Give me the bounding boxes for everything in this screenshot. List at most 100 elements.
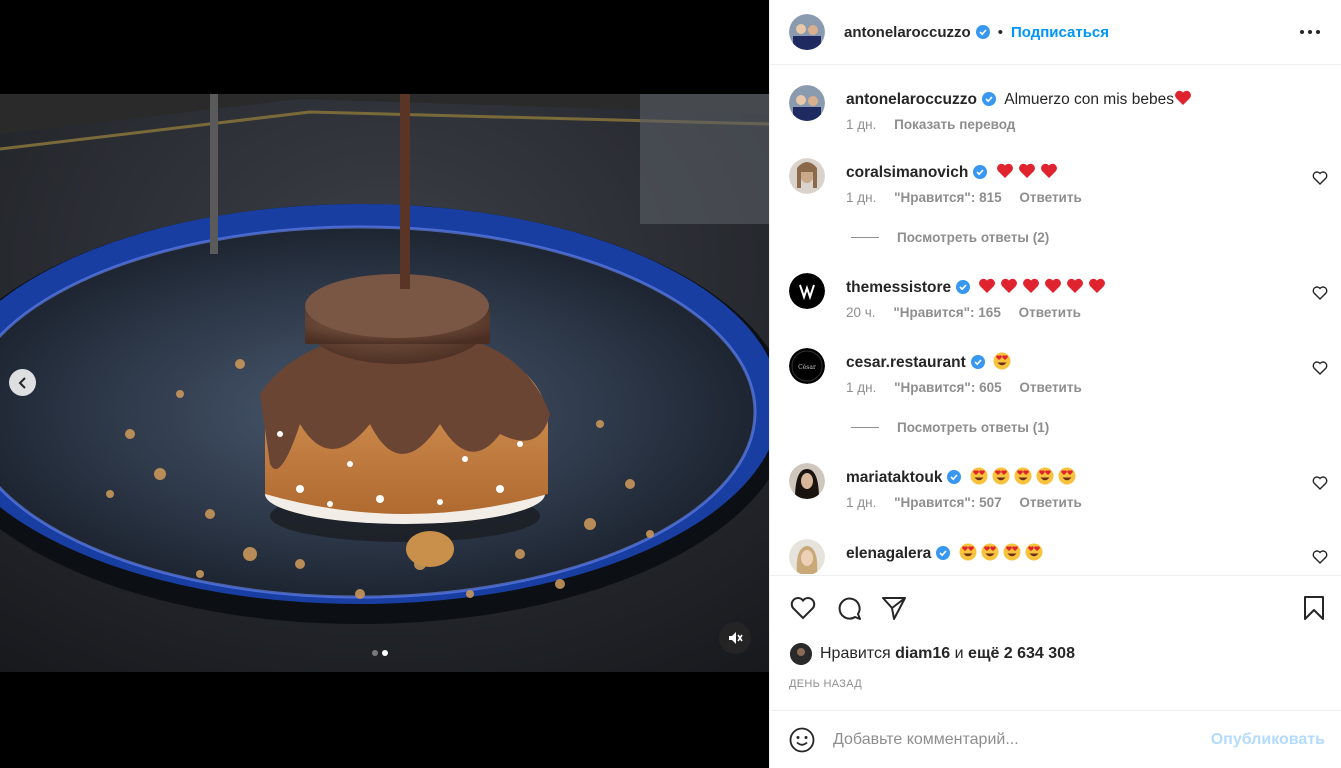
carousel-dot-active xyxy=(382,650,388,656)
heart-emoji-icon xyxy=(1023,278,1040,293)
save-icon[interactable] xyxy=(1300,594,1328,622)
post-actions: Нравится diam16 и ещё 2 634 308 ДЕНЬ НАЗ… xyxy=(770,575,1341,710)
comment-username[interactable]: coralsimanovich xyxy=(846,164,968,181)
comment-emoji xyxy=(959,543,1047,562)
reply-button[interactable]: Ответить xyxy=(1019,495,1081,510)
translate-link[interactable]: Показать перевод xyxy=(894,117,1015,132)
comment-username[interactable]: themessistore xyxy=(846,279,951,296)
liker-username[interactable]: diam16 xyxy=(895,645,950,663)
like-icon[interactable] xyxy=(789,594,817,622)
verified-icon xyxy=(975,25,990,39)
comment-likes[interactable]: "Нравится": 815 xyxy=(894,190,1002,205)
like-comment-icon[interactable] xyxy=(1312,285,1328,301)
verified-icon xyxy=(981,92,996,106)
dessert-photo xyxy=(0,94,769,672)
comments-list[interactable]: antonelaroccuzzo Almuerzo con mis bebes … xyxy=(770,66,1341,574)
comment-emoji xyxy=(996,163,1062,181)
comment-input[interactable] xyxy=(833,730,1193,749)
mute-button[interactable] xyxy=(719,622,751,654)
heart-emoji-icon xyxy=(979,278,996,293)
heart-eyes-emoji-icon xyxy=(992,467,1010,485)
comment-time: 1 дн. xyxy=(846,380,877,395)
view-replies-button[interactable]: Посмотреть ответы (1) xyxy=(851,420,1049,435)
author-avatar[interactable] xyxy=(789,85,825,121)
comment-emoji xyxy=(993,352,1015,371)
heart-emoji-icon xyxy=(1018,163,1035,178)
heart-emoji-icon xyxy=(1175,90,1191,105)
heart-eyes-emoji-icon xyxy=(959,543,977,561)
comment-likes[interactable]: "Нравится": 507 xyxy=(894,495,1002,510)
likes-summary: Нравится diam16 и ещё 2 634 308 xyxy=(790,643,1075,665)
view-replies-label: Посмотреть ответы (1) xyxy=(897,420,1050,435)
reply-button[interactable]: Ответить xyxy=(1019,305,1081,320)
verified-icon xyxy=(973,165,988,179)
post-date[interactable]: ДЕНЬ НАЗАД xyxy=(789,678,862,690)
comment-time: 20 ч. xyxy=(846,305,876,320)
heart-emoji-icon xyxy=(996,163,1013,178)
more-icon xyxy=(1300,30,1320,34)
caption-body: Almuerzo con mis bebes xyxy=(1004,91,1174,108)
comment-likes[interactable]: "Нравится": 165 xyxy=(893,305,1001,320)
caption-text: antonelaroccuzzo Almuerzo con mis bebes xyxy=(846,89,1196,109)
caption-meta: 1 дн. Показать перевод xyxy=(846,117,1029,132)
likes-count[interactable]: ещё 2 634 308 xyxy=(968,645,1075,663)
replies-divider xyxy=(851,427,879,428)
comment-username[interactable]: mariataktouk xyxy=(846,469,942,486)
carousel-prev-button[interactable] xyxy=(9,369,36,396)
comment-emoji xyxy=(970,467,1080,486)
replies-divider xyxy=(851,237,879,238)
commenter-avatar[interactable] xyxy=(789,273,825,309)
commenter-avatar[interactable] xyxy=(789,539,825,574)
heart-eyes-emoji-icon xyxy=(970,467,988,485)
commenter-avatar[interactable]: César xyxy=(789,348,825,384)
commenter-avatar[interactable] xyxy=(789,158,825,194)
heart-eyes-emoji-icon xyxy=(1025,543,1043,561)
publish-button[interactable]: Опубликовать xyxy=(1211,731,1325,749)
likes-prefix: Нравится xyxy=(820,645,891,662)
commenter-avatar[interactable] xyxy=(789,463,825,499)
verified-icon xyxy=(947,470,962,484)
likes-conjunction: и xyxy=(954,645,964,662)
comment-composer: Опубликовать xyxy=(770,710,1341,768)
caption-time: 1 дн. xyxy=(846,117,877,132)
reply-button[interactable]: Ответить xyxy=(1019,190,1081,205)
header-separator: • xyxy=(997,23,1003,41)
caption-username[interactable]: antonelaroccuzzo xyxy=(846,91,977,108)
post-panel: antonelaroccuzzo • Подписаться antonelar… xyxy=(769,0,1341,768)
comment-likes[interactable]: "Нравится": 605 xyxy=(894,380,1002,395)
reply-button[interactable]: Ответить xyxy=(1019,380,1081,395)
like-comment-icon[interactable] xyxy=(1312,549,1328,565)
heart-eyes-emoji-icon xyxy=(1014,467,1032,485)
verified-icon xyxy=(936,546,951,560)
comment-time: 1 дн. xyxy=(846,190,877,205)
share-icon[interactable] xyxy=(880,594,908,622)
heart-emoji-icon xyxy=(1089,278,1106,293)
carousel-dot xyxy=(372,650,378,656)
like-comment-icon[interactable] xyxy=(1312,475,1328,491)
verified-icon xyxy=(956,280,971,294)
view-replies-button[interactable]: Посмотреть ответы (2) xyxy=(851,230,1049,245)
author-avatar[interactable] xyxy=(789,14,825,50)
like-comment-icon[interactable] xyxy=(1312,360,1328,376)
comment-username[interactable]: elenagalera xyxy=(846,545,931,562)
comment-username[interactable]: cesar.restaurant xyxy=(846,354,966,371)
carousel-indicator xyxy=(372,650,388,656)
post-media xyxy=(0,0,769,768)
more-options-button[interactable] xyxy=(1298,22,1322,42)
comment-time: 1 дн. xyxy=(846,495,877,510)
like-comment-icon[interactable] xyxy=(1312,170,1328,186)
heart-eyes-emoji-icon xyxy=(1003,543,1021,561)
follow-button[interactable]: Подписаться xyxy=(1011,24,1109,41)
liker-avatar[interactable] xyxy=(790,643,812,665)
svg-text:César: César xyxy=(798,364,816,371)
post-video[interactable] xyxy=(0,94,769,672)
comment-icon[interactable] xyxy=(835,594,863,622)
verified-icon xyxy=(970,355,985,369)
author-username[interactable]: antonelaroccuzzo xyxy=(844,24,971,41)
heart-emoji-icon xyxy=(1067,278,1084,293)
post-header: antonelaroccuzzo • Подписаться xyxy=(770,0,1341,65)
heart-eyes-emoji-icon xyxy=(1058,467,1076,485)
mute-icon xyxy=(729,632,743,644)
emoji-icon[interactable] xyxy=(789,727,815,753)
chevron-left-icon xyxy=(18,376,26,389)
